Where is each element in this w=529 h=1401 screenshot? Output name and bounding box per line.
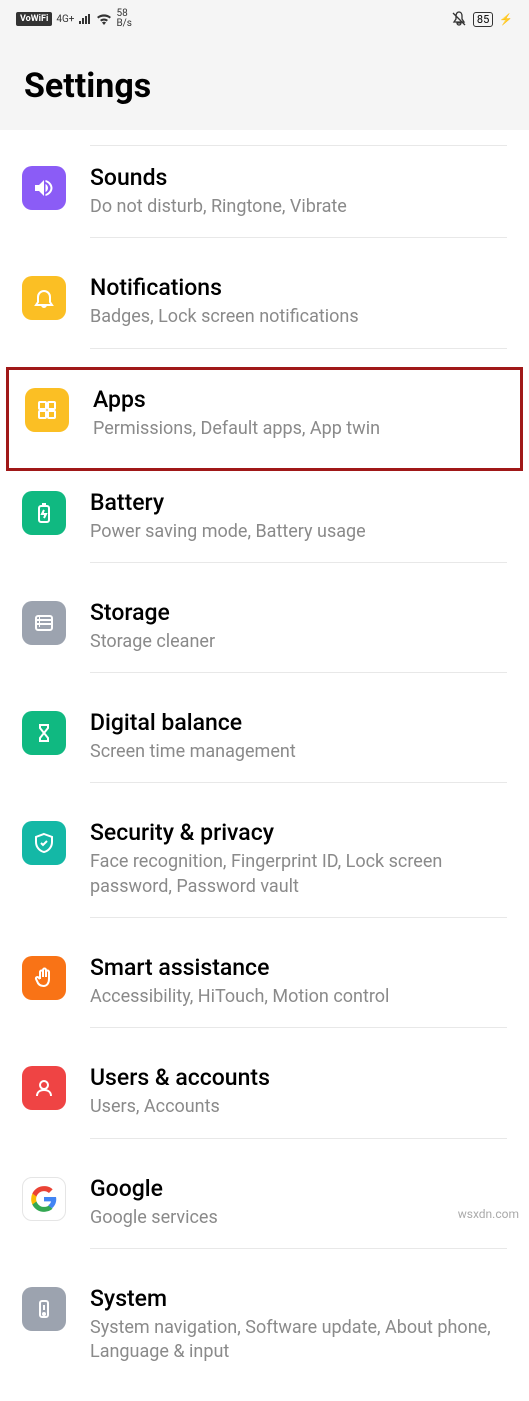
highlighted-selection: Apps Permissions, Default apps, App twin	[6, 367, 523, 471]
item-subtitle: Face recognition, Fingerprint ID, Lock s…	[90, 850, 507, 899]
item-title: Apps	[93, 386, 504, 413]
item-subtitle: Power saving mode, Battery usage	[90, 520, 507, 544]
item-title: Smart assistance	[90, 954, 507, 981]
wifi-icon	[96, 13, 112, 25]
item-subtitle: System navigation, Software update, Abou…	[90, 1316, 507, 1365]
network-type: 4G+	[56, 14, 74, 25]
settings-item-sounds[interactable]: Sounds Do not disturb, Ringtone, Vibrate	[0, 146, 529, 256]
item-subtitle: Users, Accounts	[90, 1095, 507, 1119]
partial-prev-row	[90, 130, 507, 146]
settings-header: Settings	[0, 38, 529, 130]
item-subtitle: Storage cleaner	[90, 630, 507, 654]
item-title: Security & privacy	[90, 819, 507, 846]
item-title: Users & accounts	[90, 1064, 507, 1091]
vowifi-badge: VoWiFi	[16, 12, 52, 26]
item-title: Battery	[90, 489, 507, 516]
item-title: Notifications	[90, 274, 507, 301]
item-title: Digital balance	[90, 709, 507, 736]
page-title: Settings	[24, 66, 505, 106]
item-title: System	[90, 1285, 507, 1312]
item-subtitle: Badges, Lock screen notifications	[90, 305, 507, 329]
status-left: VoWiFi 4G+ 58 B/s	[16, 9, 132, 29]
storage-icon	[22, 601, 66, 645]
hand-icon	[22, 956, 66, 1000]
user-icon	[22, 1066, 66, 1110]
settings-item-storage[interactable]: Storage Storage cleaner	[0, 581, 529, 691]
settings-item-security[interactable]: Security & privacy Face recognition, Fin…	[0, 801, 529, 936]
item-subtitle: Permissions, Default apps, App twin	[93, 417, 504, 441]
shield-icon	[22, 821, 66, 865]
settings-item-digital-balance[interactable]: Digital balance Screen time management	[0, 691, 529, 801]
settings-item-apps[interactable]: Apps Permissions, Default apps, App twin	[9, 370, 520, 468]
signal-icon	[78, 13, 92, 25]
battery-indicator: 85	[473, 12, 493, 27]
settings-item-users[interactable]: Users & accounts Users, Accounts	[0, 1046, 529, 1156]
item-title: Sounds	[90, 164, 507, 191]
item-subtitle: Screen time management	[90, 740, 507, 764]
system-icon	[22, 1287, 66, 1331]
google-icon	[22, 1177, 66, 1221]
charging-icon: ⚡	[499, 13, 513, 26]
network-speed: 58 B/s	[116, 9, 132, 29]
watermark: wsxdn.com	[458, 1207, 519, 1221]
settings-item-battery[interactable]: Battery Power saving mode, Battery usage	[0, 471, 529, 581]
bell-icon	[22, 276, 66, 320]
apps-icon	[25, 388, 69, 432]
item-subtitle: Do not disturb, Ringtone, Vibrate	[90, 195, 507, 219]
settings-list[interactable]: Sounds Do not disturb, Ringtone, Vibrate…	[0, 130, 529, 1401]
settings-item-smart-assistance[interactable]: Smart assistance Accessibility, HiTouch,…	[0, 936, 529, 1046]
battery-icon	[22, 491, 66, 535]
hourglass-icon	[22, 711, 66, 755]
item-title: Google	[90, 1175, 507, 1202]
settings-item-system[interactable]: System System navigation, Software updat…	[0, 1267, 529, 1401]
sound-icon	[22, 166, 66, 210]
status-bar: VoWiFi 4G+ 58 B/s 85 ⚡	[0, 0, 529, 38]
item-title: Storage	[90, 599, 507, 626]
settings-item-google[interactable]: Google Google services	[0, 1157, 529, 1267]
status-right: 85 ⚡	[451, 11, 513, 27]
mute-icon	[451, 11, 467, 27]
settings-item-notifications[interactable]: Notifications Badges, Lock screen notifi…	[0, 256, 529, 366]
item-subtitle: Accessibility, HiTouch, Motion control	[90, 985, 507, 1009]
item-subtitle: Google services	[90, 1206, 507, 1230]
